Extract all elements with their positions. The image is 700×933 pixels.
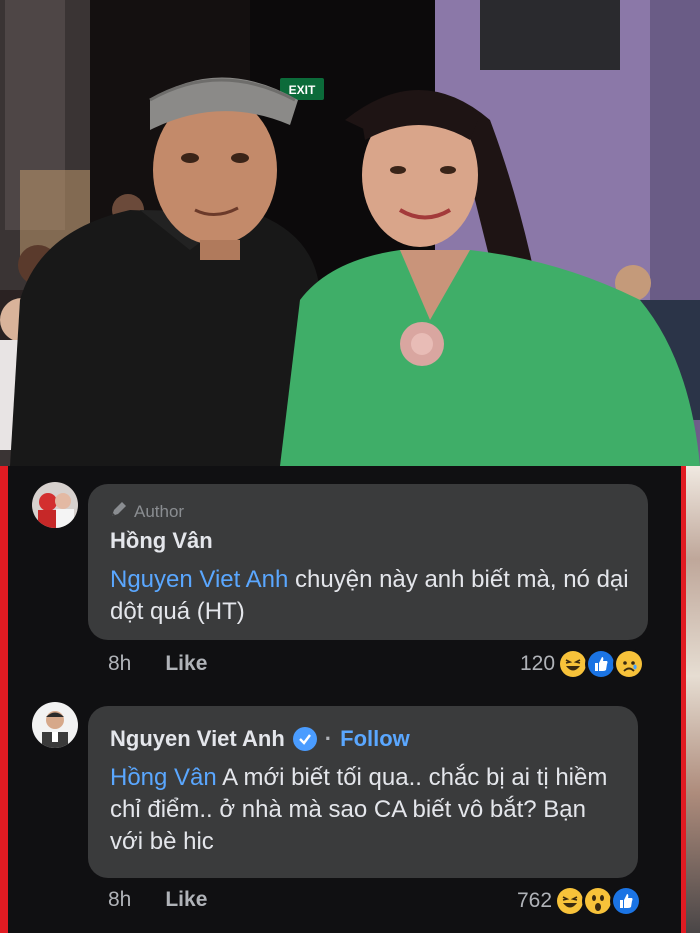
exit-sign-text: EXIT	[289, 83, 316, 97]
photo: EXIT	[0, 0, 700, 466]
separator-dot: ·	[324, 726, 333, 751]
commenter-name[interactable]: Hồng Vân	[110, 528, 213, 554]
mention-link[interactable]: Nguyen Viet Anh	[110, 566, 288, 593]
comments-section: Author Hồng Vân Nguyen Viet Anh chuyện n…	[0, 466, 700, 933]
comment-meta-1: 8h Like	[108, 652, 207, 676]
verified-badge-icon	[292, 727, 317, 751]
reaction-count[interactable]: 762	[517, 889, 552, 913]
pen-icon	[110, 500, 128, 523]
comment-time[interactable]: 8h	[108, 888, 131, 912]
commenter-name-text[interactable]: Hồng Vân	[110, 528, 213, 554]
reaction-count[interactable]: 120	[520, 652, 555, 676]
avatar-hong-van[interactable]	[32, 482, 78, 528]
comment-bubble-1: Author Hồng Vân Nguyen Viet Anh chuyện n…	[88, 484, 648, 640]
comment-text: Hồng Vân A mới biết tối qua.. chắc bị ai…	[110, 762, 620, 858]
comment-time[interactable]: 8h	[108, 652, 131, 676]
reactions-summary-1[interactable]: 120	[520, 648, 646, 680]
avatar-nguyen-viet-anh[interactable]	[32, 702, 78, 748]
commenter-name-text[interactable]: Nguyen Viet Anh	[110, 726, 285, 752]
sad-icon	[613, 648, 646, 680]
author-badge-label: Author	[134, 501, 185, 521]
comment-bubble-2: Nguyen Viet Anh · Follow Hồng Vân A mới …	[88, 706, 638, 878]
comment-text: Nguyen Viet Anh chuyện này anh biết mà, …	[110, 564, 630, 628]
like-icon	[610, 885, 643, 917]
comment-meta-2: 8h Like	[108, 888, 207, 912]
frame-left-border	[0, 466, 8, 933]
follow-button[interactable]: Follow	[340, 726, 410, 752]
author-badge: Author	[110, 500, 184, 523]
like-button[interactable]: Like	[165, 888, 207, 912]
mention-link[interactable]: Hồng Vân	[110, 764, 217, 791]
reactions-summary-2[interactable]: 762	[517, 885, 643, 917]
commenter-header: Nguyen Viet Anh · Follow	[110, 726, 410, 752]
photo-illustration: EXIT	[0, 0, 700, 466]
like-button[interactable]: Like	[165, 652, 207, 676]
adjacent-photo-edge	[686, 466, 700, 933]
